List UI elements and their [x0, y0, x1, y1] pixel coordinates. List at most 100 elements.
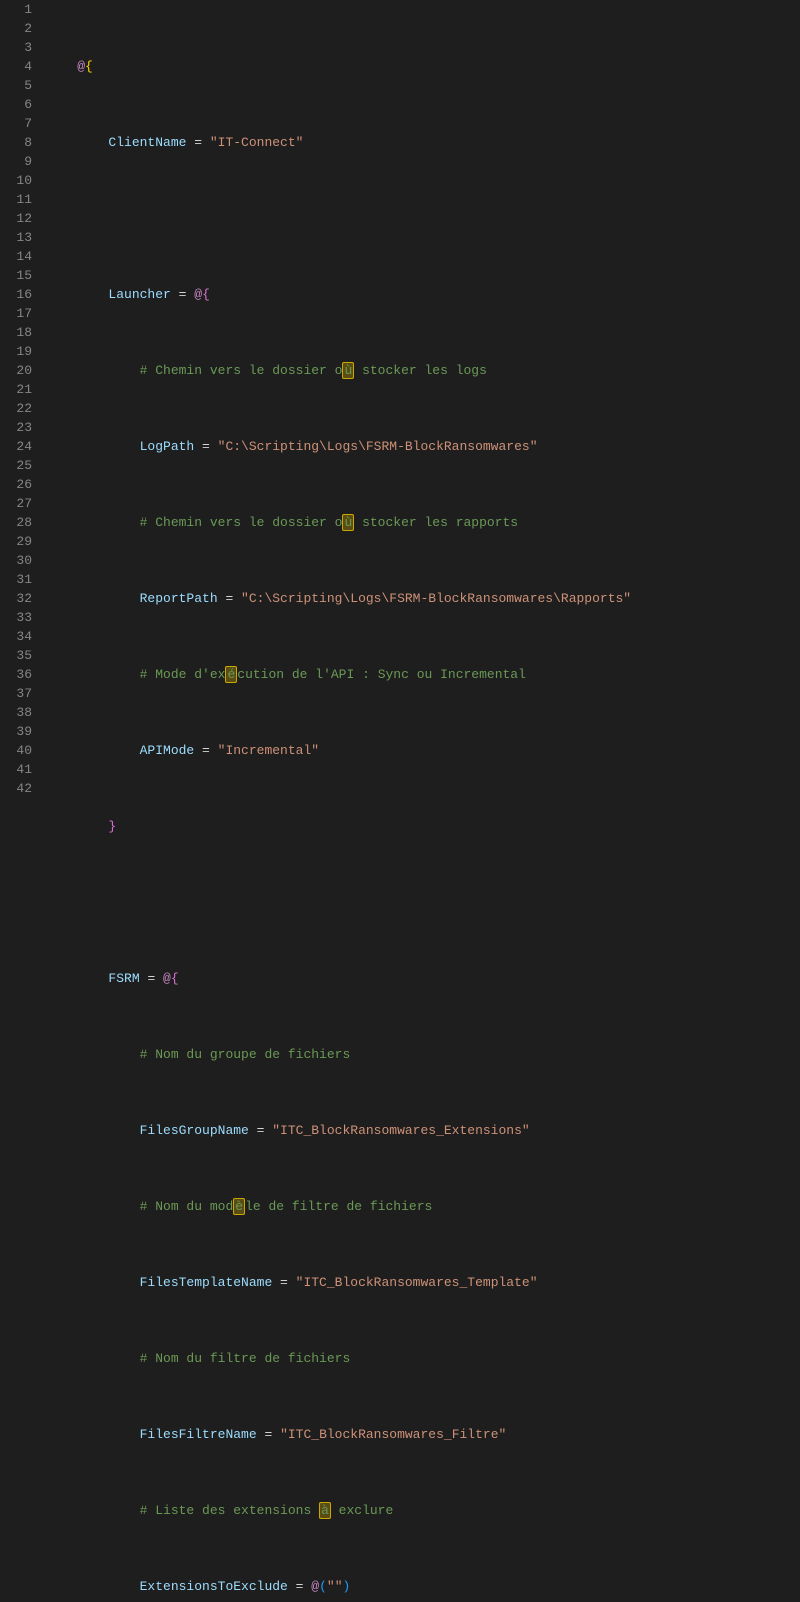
code-line: LogPath = "C:\Scripting\Logs\FSRM-BlockR… — [46, 437, 800, 456]
line-number: 33 — [0, 608, 32, 627]
comment: # Nom du filtre de fichiers — [140, 1351, 351, 1366]
line-number: 3 — [0, 38, 32, 57]
brace-token: { — [202, 287, 210, 302]
code-content[interactable]: @{ ClientName = "IT-Connect" Launcher = … — [42, 0, 800, 801]
eq: = — [140, 971, 163, 986]
eq: = — [218, 591, 241, 606]
line-number: 28 — [0, 513, 32, 532]
line-number: 16 — [0, 285, 32, 304]
paren: ) — [343, 1579, 351, 1594]
eq: = — [257, 1427, 280, 1442]
code-editor[interactable]: 1234567891011121314151617181920212223242… — [0, 0, 800, 801]
eq: = — [249, 1123, 272, 1138]
at-token: @ — [163, 971, 171, 986]
line-number: 35 — [0, 646, 32, 665]
property: FilesGroupName — [140, 1123, 249, 1138]
eq: = — [288, 1579, 311, 1594]
property: LogPath — [140, 439, 195, 454]
line-number: 11 — [0, 190, 32, 209]
string: "ITC_BlockRansomwares_Extensions" — [272, 1123, 529, 1138]
code-line: ExtensionsToExclude = @("") — [46, 1577, 800, 1596]
code-line: FilesFiltreName = "ITC_BlockRansomwares_… — [46, 1425, 800, 1444]
property: Launcher — [108, 287, 170, 302]
line-number: 40 — [0, 741, 32, 760]
comment: # Chemin vers le dossier où stocker les … — [140, 362, 487, 379]
at-token: @ — [77, 59, 85, 74]
eq: = — [194, 439, 217, 454]
string: "Incremental" — [218, 743, 319, 758]
line-number: 27 — [0, 494, 32, 513]
string: "" — [327, 1579, 343, 1594]
brace-token: } — [108, 819, 116, 834]
string: "C:\Scripting\Logs\FSRM-BlockRansomwares… — [218, 439, 538, 454]
line-number: 15 — [0, 266, 32, 285]
eq: = — [186, 135, 209, 150]
string: "ITC_BlockRansomwares_Filtre" — [280, 1427, 506, 1442]
line-number: 7 — [0, 114, 32, 133]
line-number: 34 — [0, 627, 32, 646]
line-number: 6 — [0, 95, 32, 114]
line-number: 41 — [0, 760, 32, 779]
property: ExtensionsToExclude — [140, 1579, 288, 1594]
comment: # Liste des extensions à exclure — [140, 1502, 394, 1519]
code-line: FilesTemplateName = "ITC_BlockRansomware… — [46, 1273, 800, 1292]
line-number: 12 — [0, 209, 32, 228]
line-number: 37 — [0, 684, 32, 703]
code-line: FSRM = @{ — [46, 969, 800, 988]
property: FilesTemplateName — [140, 1275, 273, 1290]
code-line: ClientName = "IT-Connect" — [46, 133, 800, 152]
line-number: 39 — [0, 722, 32, 741]
line-number: 19 — [0, 342, 32, 361]
code-line: # Mode d'exécution de l'API : Sync ou In… — [46, 665, 800, 684]
code-line: # Chemin vers le dossier où stocker les … — [46, 513, 800, 532]
line-number: 24 — [0, 437, 32, 456]
property: ReportPath — [140, 591, 218, 606]
string: "IT-Connect" — [210, 135, 304, 150]
property: APIMode — [140, 743, 195, 758]
line-number: 20 — [0, 361, 32, 380]
line-number: 29 — [0, 532, 32, 551]
code-line: # Nom du filtre de fichiers — [46, 1349, 800, 1368]
line-number-gutter: 1234567891011121314151617181920212223242… — [0, 0, 42, 801]
code-line — [46, 893, 800, 912]
line-number: 8 — [0, 133, 32, 152]
line-number: 5 — [0, 76, 32, 95]
code-line: } — [46, 817, 800, 836]
property: FilesFiltreName — [140, 1427, 257, 1442]
line-number: 9 — [0, 152, 32, 171]
line-number: 23 — [0, 418, 32, 437]
code-line: ReportPath = "C:\Scripting\Logs\FSRM-Blo… — [46, 589, 800, 608]
eq: = — [194, 743, 217, 758]
code-line: # Chemin vers le dossier où stocker les … — [46, 361, 800, 380]
line-number: 31 — [0, 570, 32, 589]
at-token: @ — [311, 1579, 319, 1594]
code-line: FilesGroupName = "ITC_BlockRansomwares_E… — [46, 1121, 800, 1140]
code-line — [46, 209, 800, 228]
comment: # Mode d'exécution de l'API : Sync ou In… — [140, 666, 526, 683]
line-number: 1 — [0, 0, 32, 19]
code-line: # Nom du groupe de fichiers — [46, 1045, 800, 1064]
line-number: 30 — [0, 551, 32, 570]
line-number: 25 — [0, 456, 32, 475]
code-line: Launcher = @{ — [46, 285, 800, 304]
eq: = — [272, 1275, 295, 1290]
line-number: 18 — [0, 323, 32, 342]
line-number: 14 — [0, 247, 32, 266]
line-number: 17 — [0, 304, 32, 323]
brace-token: { — [85, 59, 93, 74]
code-line: APIMode = "Incremental" — [46, 741, 800, 760]
comment: # Nom du modèle de filtre de fichiers — [140, 1198, 433, 1215]
code-line: # Nom du modèle de filtre de fichiers — [46, 1197, 800, 1216]
brace-token: { — [171, 971, 179, 986]
line-number: 38 — [0, 703, 32, 722]
eq: = — [171, 287, 194, 302]
line-number: 42 — [0, 779, 32, 798]
line-number: 21 — [0, 380, 32, 399]
string: "ITC_BlockRansomwares_Template" — [296, 1275, 538, 1290]
line-number: 26 — [0, 475, 32, 494]
comment: # Chemin vers le dossier où stocker les … — [140, 514, 518, 531]
code-line: @{ — [46, 57, 800, 76]
string: "C:\Scripting\Logs\FSRM-BlockRansomwares… — [241, 591, 631, 606]
property: ClientName — [108, 135, 186, 150]
code-line: # Liste des extensions à exclure — [46, 1501, 800, 1520]
